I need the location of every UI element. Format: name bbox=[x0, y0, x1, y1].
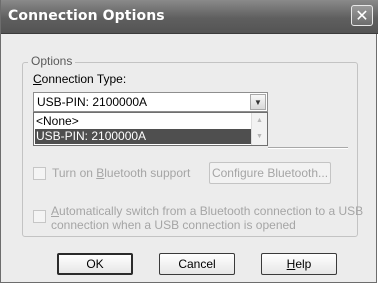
connection-type-dropdown-list[interactable]: <None> USB-PIN: 2100000A ▲ ▼ bbox=[33, 112, 268, 146]
auto-switch-checkbox[interactable] bbox=[33, 210, 46, 223]
ok-button[interactable]: OK bbox=[57, 253, 133, 275]
configure-bluetooth-button[interactable]: Configure Bluetooth... bbox=[209, 162, 331, 184]
close-button[interactable]: ✕ bbox=[351, 5, 373, 26]
auto-switch-label-line1: Automatically switch from a Bluetooth co… bbox=[51, 204, 364, 218]
connection-type-select[interactable]: USB-PIN: 2100000A ▼ bbox=[33, 92, 268, 112]
bluetooth-checkbox-label: Turn on Bluetooth support bbox=[52, 166, 191, 180]
separator-line bbox=[268, 147, 348, 149]
dropdown-option-none[interactable]: <None> bbox=[36, 114, 79, 129]
dropdown-scrollbar[interactable]: ▲ ▼ bbox=[251, 113, 267, 145]
connection-type-value: USB-PIN: 2100000A bbox=[37, 95, 148, 109]
options-group-label: Options bbox=[28, 54, 76, 68]
help-button[interactable]: Help bbox=[261, 253, 337, 275]
auto-switch-label-line2: connection when a USB connection is open… bbox=[51, 218, 296, 232]
chevron-down-icon[interactable]: ▼ bbox=[252, 129, 267, 144]
cancel-button[interactable]: Cancel bbox=[159, 253, 235, 275]
close-icon: ✕ bbox=[355, 6, 369, 25]
dropdown-arrow-button[interactable]: ▼ bbox=[250, 94, 266, 110]
bluetooth-checkbox[interactable] bbox=[33, 167, 46, 180]
connection-type-label: Connection Type: bbox=[33, 72, 127, 86]
window-title: Connection Options bbox=[8, 8, 165, 24]
title-bar[interactable]: Connection Options ✕ bbox=[1, 0, 378, 34]
dropdown-option-usb-pin[interactable]: USB-PIN: 2100000A bbox=[35, 129, 253, 144]
connection-options-dialog: Connection Options ✕ Options Connection … bbox=[0, 0, 378, 283]
chevron-down-icon: ▼ bbox=[254, 98, 262, 107]
chevron-up-icon[interactable]: ▲ bbox=[252, 113, 267, 128]
